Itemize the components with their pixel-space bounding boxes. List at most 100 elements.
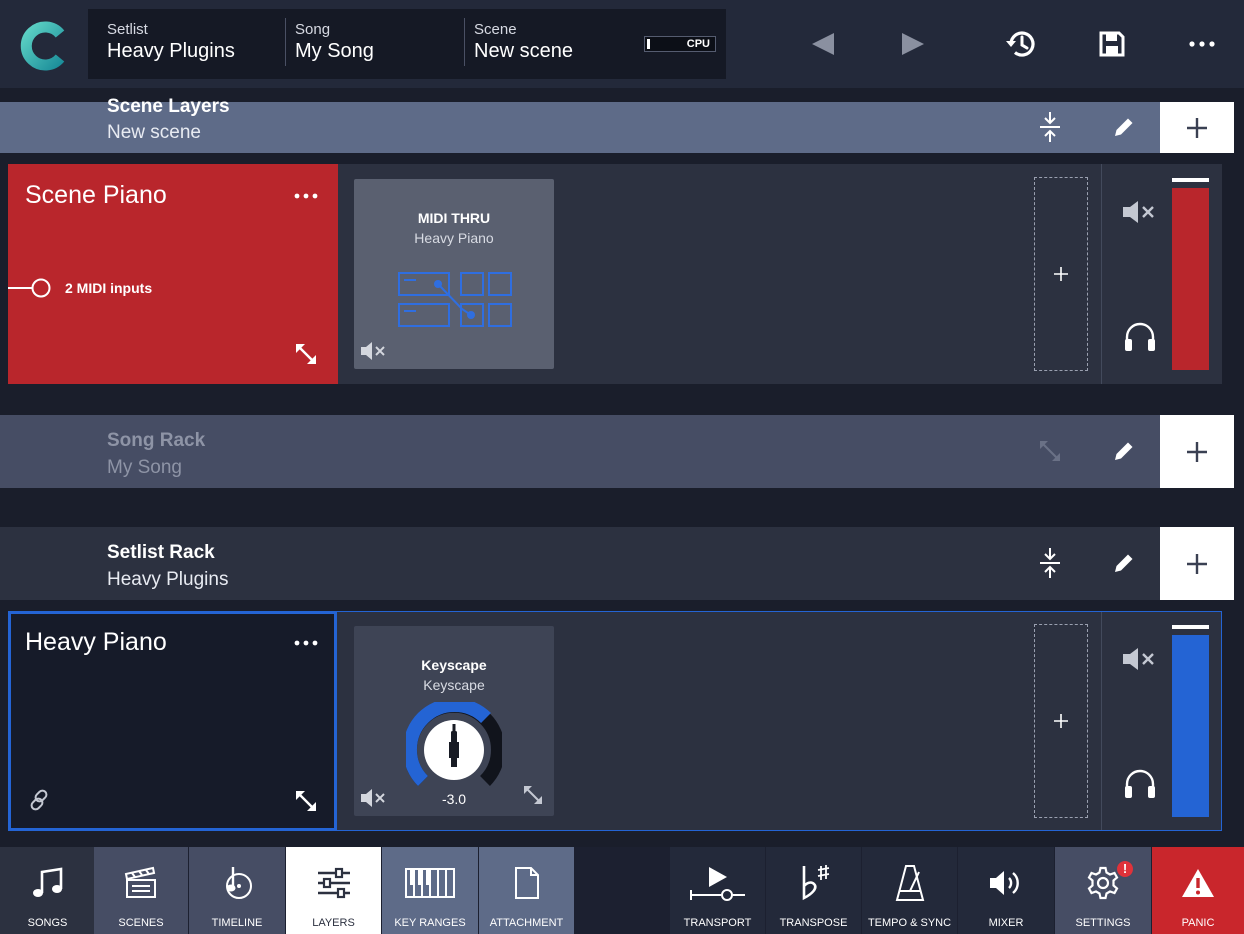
volume-cap xyxy=(1172,178,1209,182)
tab-transport[interactable]: TRANSPORT xyxy=(670,847,765,934)
plugin-mute-button[interactable] xyxy=(360,339,390,363)
expand-button[interactable] xyxy=(286,334,326,374)
more-menu-button[interactable] xyxy=(1180,22,1224,66)
tab-transpose[interactable]: TRANSPOSE xyxy=(766,847,861,934)
plugin-mute-button[interactable] xyxy=(360,786,390,810)
layer-volume-meter[interactable] xyxy=(1172,178,1209,370)
setlist-rack-header[interactable]: Setlist Rack Heavy Plugins xyxy=(0,527,1160,600)
add-scene-layer-button[interactable] xyxy=(1160,102,1234,153)
plugin-subtitle: Keyscape xyxy=(423,677,485,693)
headphones-icon xyxy=(1125,322,1155,351)
expand-button[interactable] xyxy=(286,781,326,821)
scene-label: Scene xyxy=(474,21,517,38)
add-plugin-slot[interactable] xyxy=(1034,624,1088,818)
tab-panic[interactable]: PANIC xyxy=(1152,847,1244,934)
headphones-icon xyxy=(1125,769,1155,798)
flat-sharp-icon xyxy=(802,865,829,901)
cpu-meter-fill xyxy=(647,39,650,49)
scene-name: New scene xyxy=(474,40,573,62)
link-button[interactable] xyxy=(27,788,53,814)
tab-key-ranges[interactable]: KEY RANGES xyxy=(382,847,478,934)
midi-connector-icon xyxy=(8,278,51,298)
history-icon xyxy=(1006,31,1035,57)
song-label: Song xyxy=(295,21,331,38)
layer-solo-button[interactable] xyxy=(1118,761,1162,805)
song-info[interactable]: Song My Song xyxy=(295,9,374,79)
settings-alert-badge: ! xyxy=(1115,859,1135,879)
edit-button[interactable] xyxy=(1104,431,1144,471)
tab-label: KEY RANGES xyxy=(394,917,466,929)
volume-knob[interactable] xyxy=(406,702,502,798)
edit-button[interactable] xyxy=(1104,107,1144,147)
sliders-icon xyxy=(317,867,350,899)
tab-layers[interactable]: LAYERS xyxy=(286,847,381,934)
collapse-icon xyxy=(1040,548,1060,578)
music-note-icon xyxy=(32,867,62,897)
link-icon xyxy=(30,789,48,811)
add-song-layer-button[interactable] xyxy=(1160,415,1234,488)
plugin-card-keyscape[interactable]: Keyscape Keyscape -3.0 xyxy=(354,626,554,816)
triangle-left-icon xyxy=(812,33,834,55)
layer-tile[interactable]: Heavy Piano xyxy=(8,611,337,831)
plugin-card-midi-thru[interactable]: MIDI THRU Heavy Piano xyxy=(354,179,554,369)
speaker-mute-icon xyxy=(361,789,385,807)
scene-layers-header[interactable]: Scene Layers New scene xyxy=(0,96,1160,153)
rack-title: Setlist Rack xyxy=(107,542,215,563)
tab-attachment[interactable]: ATTACHMENT xyxy=(479,847,574,934)
app-logo-icon[interactable] xyxy=(18,20,70,72)
next-button[interactable] xyxy=(891,22,935,66)
plus-icon xyxy=(1054,714,1068,728)
expand-arrows-icon xyxy=(296,344,316,364)
plugin-title: MIDI THRU xyxy=(417,210,491,226)
layer-more-button[interactable] xyxy=(286,182,326,210)
tab-tempo-sync[interactable]: TEMPO & SYNC xyxy=(862,847,957,934)
tab-label: TEMPO & SYNC xyxy=(867,917,952,929)
plugin-title: Keyscape xyxy=(421,657,487,673)
tab-timeline[interactable]: TIMELINE xyxy=(189,847,285,934)
song-rack-header[interactable]: Song Rack My Song xyxy=(0,415,1160,488)
save-icon xyxy=(1099,31,1125,57)
midi-input-connector[interactable] xyxy=(8,277,60,299)
expand-button[interactable] xyxy=(1030,431,1070,471)
layer-mute-button[interactable] xyxy=(1118,643,1162,675)
tab-label: MIXER xyxy=(988,917,1024,929)
tab-songs[interactable]: SONGS xyxy=(0,847,95,934)
plus-icon xyxy=(1054,267,1068,281)
tab-label: SETTINGS xyxy=(1075,917,1131,929)
tab-label: ATTACHMENT xyxy=(489,917,564,929)
speaker-mute-icon xyxy=(361,342,385,360)
more-dots-icon xyxy=(294,640,318,646)
collapse-button[interactable] xyxy=(1030,543,1070,583)
layer-volume-meter[interactable] xyxy=(1172,625,1209,817)
setlist-info[interactable]: Setlist Heavy Plugins xyxy=(107,9,235,79)
add-plugin-slot[interactable] xyxy=(1034,177,1088,371)
history-button[interactable] xyxy=(999,22,1043,66)
scene-info[interactable]: Scene New scene xyxy=(474,9,573,79)
session-info-panel[interactable]: Setlist Heavy Plugins Song My Song Scene… xyxy=(88,9,726,79)
speaker-mute-icon xyxy=(1123,648,1154,670)
layer-tile[interactable]: Scene Piano 2 MIDI inputs xyxy=(8,164,338,384)
plus-icon xyxy=(1187,553,1207,574)
layer-more-button[interactable] xyxy=(286,629,326,657)
speaker-mute-icon xyxy=(1123,201,1154,223)
speaker-icon xyxy=(990,871,1019,895)
tab-label: TRANSPORT xyxy=(683,917,752,929)
metronome-icon xyxy=(895,865,924,901)
triangle-right-icon xyxy=(902,33,924,55)
tab-mixer[interactable]: MIXER xyxy=(958,847,1054,934)
layer-solo-button[interactable] xyxy=(1118,314,1162,358)
previous-button[interactable] xyxy=(801,22,845,66)
save-button[interactable] xyxy=(1090,22,1134,66)
layer-mute-button[interactable] xyxy=(1118,196,1162,228)
clapperboard-icon xyxy=(124,866,156,898)
rack-subtitle: New scene xyxy=(107,122,201,143)
expand-plugin-button[interactable] xyxy=(522,784,548,810)
expand-arrows-icon xyxy=(524,786,542,804)
edit-button[interactable] xyxy=(1104,543,1144,583)
tab-scenes[interactable]: SCENES xyxy=(94,847,188,934)
tab-label: LAYERS xyxy=(312,917,355,929)
volume-fill xyxy=(1172,188,1209,370)
add-setlist-layer-button[interactable] xyxy=(1160,527,1234,600)
collapse-button[interactable] xyxy=(1030,107,1070,147)
tab-settings[interactable]: ! SETTINGS xyxy=(1055,847,1151,934)
